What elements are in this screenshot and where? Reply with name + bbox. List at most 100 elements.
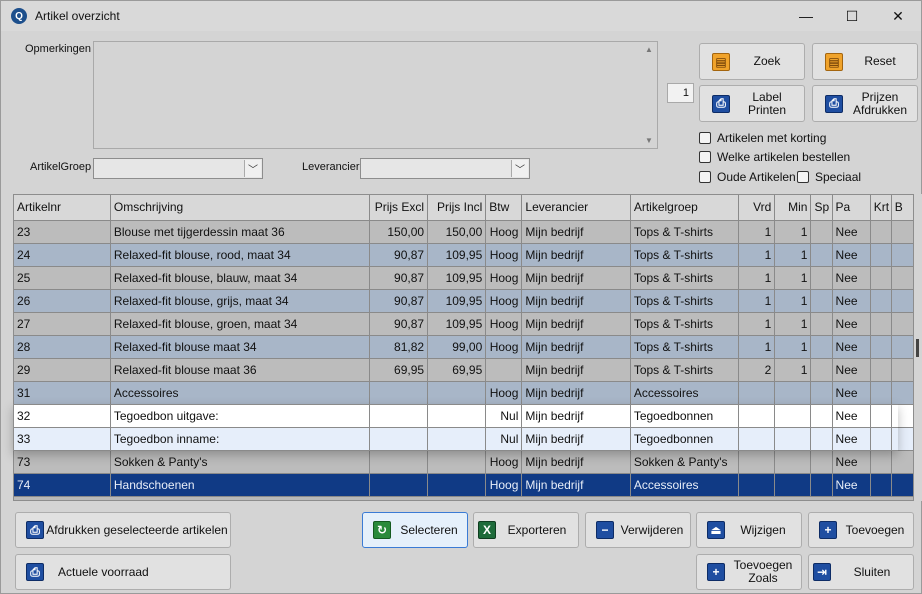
table-cell[interactable] xyxy=(738,427,776,451)
table-cell[interactable]: Mijn bedrijf xyxy=(521,312,631,336)
table-cell[interactable]: 29 xyxy=(14,358,111,382)
table-cell[interactable]: 90,87 xyxy=(369,312,429,336)
table-cell[interactable]: Nee xyxy=(832,312,871,336)
column-header[interactable]: Prijs Excl xyxy=(369,195,429,221)
table-row[interactable]: 24 Relaxed-fit blouse, rood, maat 34 90,87… xyxy=(14,243,913,267)
verwijderen-button[interactable]: − Verwijderen xyxy=(585,512,691,548)
table-cell[interactable] xyxy=(810,289,833,313)
scroll-down-icon[interactable]: ▼ xyxy=(645,136,653,145)
table-cell[interactable] xyxy=(870,358,892,382)
table-cell[interactable]: 1 xyxy=(738,289,776,313)
table-row[interactable]: 28 Relaxed-fit blouse maat 34 81,82 99,00 Ho… xyxy=(14,335,913,359)
table-row[interactable]: 27 Relaxed-fit blouse, groen, maat 34 90,8… xyxy=(14,312,913,336)
wijzigen-button[interactable]: ⏏ Wijzigen xyxy=(696,512,802,548)
table-cell[interactable]: 69,95 xyxy=(427,358,487,382)
table-row[interactable]: 23 Blouse met tijgerdessin maat 36 150,00 1… xyxy=(14,220,913,244)
table-cell[interactable]: 32 xyxy=(14,404,111,428)
scrollbar-thumb[interactable] xyxy=(916,339,919,357)
table-cell[interactable]: Tops & T-shirts xyxy=(630,289,740,313)
table-cell[interactable]: Hoog xyxy=(485,473,523,497)
table-cell[interactable] xyxy=(810,450,833,474)
column-header[interactable]: Leverancier xyxy=(521,195,631,221)
column-header[interactable]: Btw xyxy=(485,195,523,221)
table-cell[interactable]: Hoog xyxy=(485,450,523,474)
oude-artikelen-checkbox[interactable]: Oude Artikelen xyxy=(699,170,796,184)
column-header[interactable]: Krt xyxy=(870,195,892,221)
table-cell[interactable] xyxy=(810,381,833,405)
table-cell[interactable]: Hoog xyxy=(485,220,523,244)
table-cell[interactable]: 1 xyxy=(774,266,812,290)
table-cell[interactable] xyxy=(870,289,892,313)
table-cell[interactable]: 90,87 xyxy=(369,266,429,290)
table-cell[interactable]: Mijn bedrijf xyxy=(521,266,631,290)
table-cell[interactable] xyxy=(738,473,776,497)
table-cell[interactable] xyxy=(427,381,487,405)
column-header[interactable]: Prijs Incl xyxy=(427,195,487,221)
table-cell[interactable]: 74 xyxy=(14,473,111,497)
table-cell[interactable]: Sokken & Panty's xyxy=(110,450,370,474)
table-cell[interactable] xyxy=(891,266,913,290)
table-cell[interactable] xyxy=(774,427,812,451)
opmerkingen-scrollbar[interactable]: ▲ ▼ xyxy=(641,42,657,148)
table-cell[interactable] xyxy=(891,220,913,244)
table-row[interactable]: 73 Sokken & Panty's Hoog Mijn bedrijf Sokken… xyxy=(14,450,913,474)
table-cell[interactable]: Mijn bedrijf xyxy=(521,289,631,313)
table-cell[interactable]: Nee xyxy=(832,381,871,405)
table-cell[interactable]: Nee xyxy=(832,358,871,382)
table-cell[interactable]: 1 xyxy=(738,243,776,267)
table-cell[interactable]: Nee xyxy=(832,473,871,497)
table-cell[interactable]: Mijn bedrijf xyxy=(521,404,631,428)
table-cell[interactable]: Hoog xyxy=(485,266,523,290)
table-cell[interactable] xyxy=(870,312,892,336)
toevoegen-zoals-button[interactable]: + Toevoegen Zoals xyxy=(696,554,802,590)
table-cell[interactable]: Nee xyxy=(832,243,871,267)
table-cell[interactable]: Nee xyxy=(832,450,871,474)
table-cell[interactable]: 73 xyxy=(14,450,111,474)
column-header[interactable]: Sp xyxy=(810,195,833,221)
table-cell[interactable] xyxy=(774,450,812,474)
exporteren-button[interactable]: X Exporteren xyxy=(473,512,579,548)
table-cell[interactable]: 1 xyxy=(774,220,812,244)
table-cell[interactable] xyxy=(810,427,833,451)
leverancier-select[interactable]: ﹀ xyxy=(360,158,530,179)
table-cell[interactable]: Tegoedbon uitgave: xyxy=(110,404,370,428)
table-cell[interactable] xyxy=(810,358,833,382)
table-cell[interactable]: Mijn bedrijf xyxy=(521,381,631,405)
table-cell[interactable] xyxy=(774,381,812,405)
table-row[interactable]: 29 Relaxed-fit blouse maat 36 69,95 69,95 Mi… xyxy=(14,358,913,382)
page-number-field[interactable]: 1 xyxy=(667,83,694,103)
checkbox-box[interactable] xyxy=(797,171,809,183)
table-cell[interactable] xyxy=(427,473,487,497)
table-cell[interactable] xyxy=(870,220,892,244)
actuele-voorraad-button[interactable]: ⎙ Actuele voorraad xyxy=(15,554,231,590)
table-cell[interactable] xyxy=(870,243,892,267)
table-cell[interactable]: 109,95 xyxy=(427,312,487,336)
table-cell[interactable] xyxy=(427,427,487,451)
table-cell[interactable]: Nee xyxy=(832,289,871,313)
table-cell[interactable]: Blouse met tijgerdessin maat 36 xyxy=(110,220,370,244)
table-cell[interactable]: 33 xyxy=(14,427,111,451)
table-cell[interactable]: Mijn bedrijf xyxy=(521,220,631,244)
table-cell[interactable] xyxy=(369,473,429,497)
table-cell[interactable]: 27 xyxy=(14,312,111,336)
chevron-down-icon[interactable]: ﹀ xyxy=(511,160,528,177)
table-cell[interactable]: 1 xyxy=(738,220,776,244)
table-cell[interactable]: Nee xyxy=(832,427,871,451)
table-cell[interactable] xyxy=(870,404,892,428)
prijzen-afdrukken-button[interactable]: ⎙ Prijzen Afdrukken xyxy=(812,85,918,122)
table-cell[interactable]: 2 xyxy=(738,358,776,382)
table-cell[interactable]: 24 xyxy=(14,243,111,267)
table-cell[interactable]: Relaxed-fit blouse, blauw, maat 34 xyxy=(110,266,370,290)
table-cell[interactable]: Relaxed-fit blouse maat 36 xyxy=(110,358,370,382)
column-header[interactable]: Artikelgroep xyxy=(630,195,740,221)
maximize-button[interactable]: ☐ xyxy=(829,1,875,31)
chevron-down-icon[interactable]: ﹀ xyxy=(244,160,261,177)
welke-artikelen-bestellen-checkbox[interactable]: Welke artikelen bestellen xyxy=(699,150,850,164)
table-cell[interactable]: 109,95 xyxy=(427,266,487,290)
table-row[interactable]: 26 Relaxed-fit blouse, grijs, maat 34 90,8… xyxy=(14,289,913,313)
table-cell[interactable]: 28 xyxy=(14,335,111,359)
table-cell[interactable] xyxy=(870,266,892,290)
table-cell[interactable] xyxy=(891,358,913,382)
table-cell[interactable]: 69,95 xyxy=(369,358,429,382)
table-cell[interactable] xyxy=(870,473,892,497)
